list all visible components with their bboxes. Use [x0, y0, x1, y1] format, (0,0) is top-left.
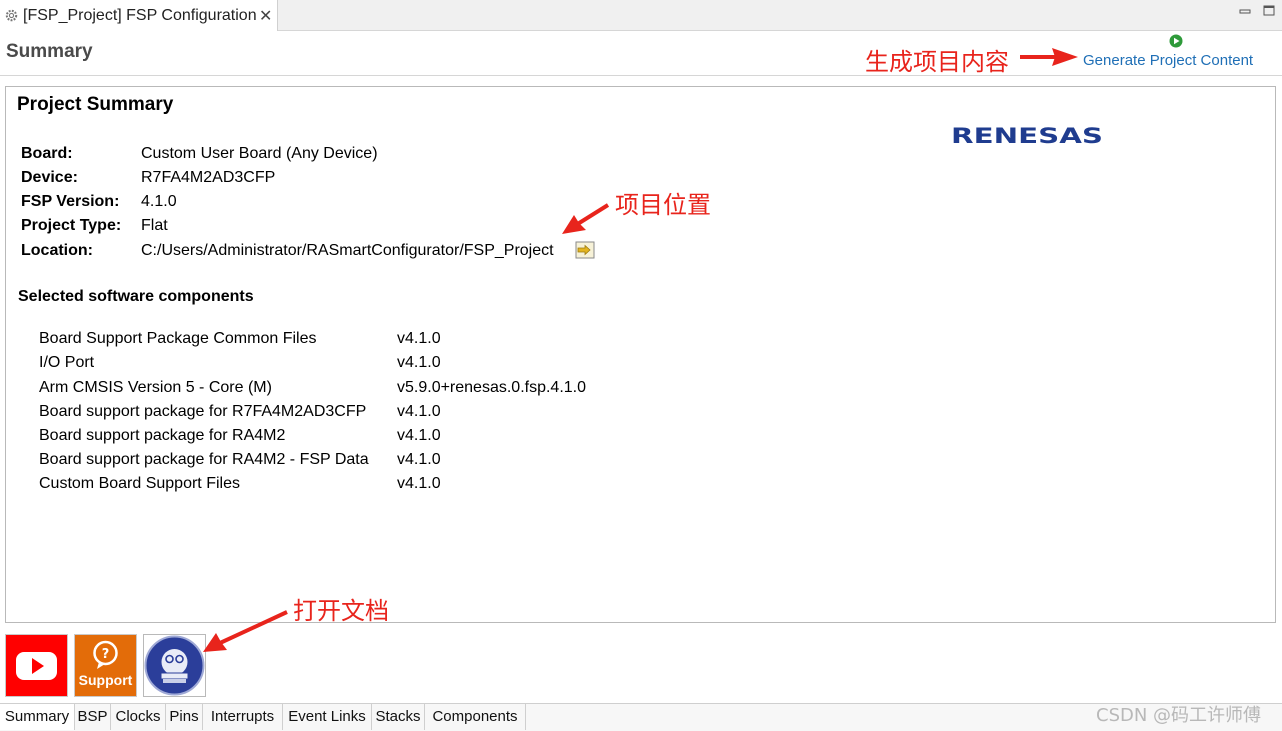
component-name: Arm CMSIS Version 5 - Core (M): [39, 379, 272, 396]
editor-tab-bar: [FSP_Project] FSP Configuration ✕: [0, 0, 1282, 31]
generate-project-content-link[interactable]: Generate Project Content: [1083, 52, 1253, 69]
page-title: Summary: [6, 41, 93, 62]
fsp-version-label: FSP Version:: [21, 193, 120, 210]
support-label: Support: [78, 672, 133, 688]
component-name: I/O Port: [39, 354, 95, 371]
close-icon[interactable]: ✕: [259, 6, 272, 26]
tab-bsp[interactable]: BSP: [75, 704, 111, 730]
support-button[interactable]: ? Support: [74, 634, 137, 697]
project-summary-title: Project Summary: [17, 94, 174, 115]
selected-components-title: Selected software components: [18, 288, 254, 305]
component-version: v5.9.0+renesas.0.fsp.4.1.0: [397, 379, 587, 396]
component-version: v4.1.0: [397, 451, 441, 468]
component-version: v4.1.0: [397, 330, 441, 347]
tab-pins[interactable]: Pins: [166, 704, 203, 730]
annotation-location: 项目位置: [615, 191, 711, 219]
header-divider: [0, 75, 1282, 76]
tab-clocks[interactable]: Clocks: [111, 704, 166, 730]
location-label: Location:: [21, 242, 93, 259]
minimize-icon[interactable]: [1238, 4, 1252, 18]
editor-tab-title: [FSP_Project] FSP Configuration: [23, 7, 257, 24]
editor-tab-fsp-configuration[interactable]: [FSP_Project] FSP Configuration ✕: [0, 0, 278, 31]
tab-stacks[interactable]: Stacks: [372, 704, 425, 730]
svg-text:?: ?: [102, 647, 110, 662]
component-version: v4.1.0: [397, 354, 441, 371]
annotation-docs: 打开文档: [293, 597, 389, 625]
tab-event-links[interactable]: Event Links: [283, 704, 372, 730]
tab-interrupts[interactable]: Interrupts: [203, 704, 283, 730]
arrow-to-generate: [1020, 48, 1078, 66]
open-folder-icon[interactable]: [575, 241, 595, 259]
maximize-icon[interactable]: [1262, 4, 1276, 18]
location-value: C:/Users/Administrator/RASmartConfigurat…: [141, 242, 554, 259]
project-type-value: Flat: [141, 217, 168, 234]
annotation-generate: 生成项目内容: [865, 48, 1009, 76]
component-version: v4.1.0: [397, 403, 441, 420]
project-summary-panel: [5, 86, 1276, 623]
renesas-logo-text: RENESAS: [951, 124, 1103, 148]
board-value: Custom User Board (Any Device): [141, 145, 378, 162]
device-label: Device:: [21, 169, 78, 186]
fsp-version-value: 4.1.0: [141, 193, 177, 210]
component-name: Board Support Package Common Files: [39, 330, 317, 347]
component-version: v4.1.0: [397, 427, 441, 444]
play-icon[interactable]: [1169, 34, 1183, 48]
renesas-logo: RENESAS: [951, 124, 1103, 148]
component-version: v4.1.0: [397, 475, 441, 492]
board-label: Board:: [21, 145, 73, 162]
tab-components[interactable]: Components: [425, 704, 526, 730]
youtube-icon: [16, 652, 57, 680]
youtube-button[interactable]: [5, 634, 68, 697]
documentation-button[interactable]: [143, 634, 206, 697]
bottom-tab-bar: Summary BSP Clocks Pins Interrupts Event…: [0, 703, 1282, 731]
device-value: R7FA4M2AD3CFP: [141, 169, 276, 186]
owl-book-icon: [144, 635, 205, 696]
gear-icon: [5, 9, 18, 22]
chat-help-icon: ?: [93, 640, 118, 669]
tab-summary[interactable]: Summary: [0, 704, 75, 730]
component-name: Board support package for R7FA4M2AD3CFP: [39, 403, 367, 420]
watermark: CSDN @码工许师傅: [1096, 705, 1262, 726]
component-name: Board support package for RA4M2 - FSP Da…: [39, 451, 369, 468]
component-name: Custom Board Support Files: [39, 475, 240, 492]
component-name: Board support package for RA4M2: [39, 427, 286, 444]
project-type-label: Project Type:: [21, 217, 122, 234]
